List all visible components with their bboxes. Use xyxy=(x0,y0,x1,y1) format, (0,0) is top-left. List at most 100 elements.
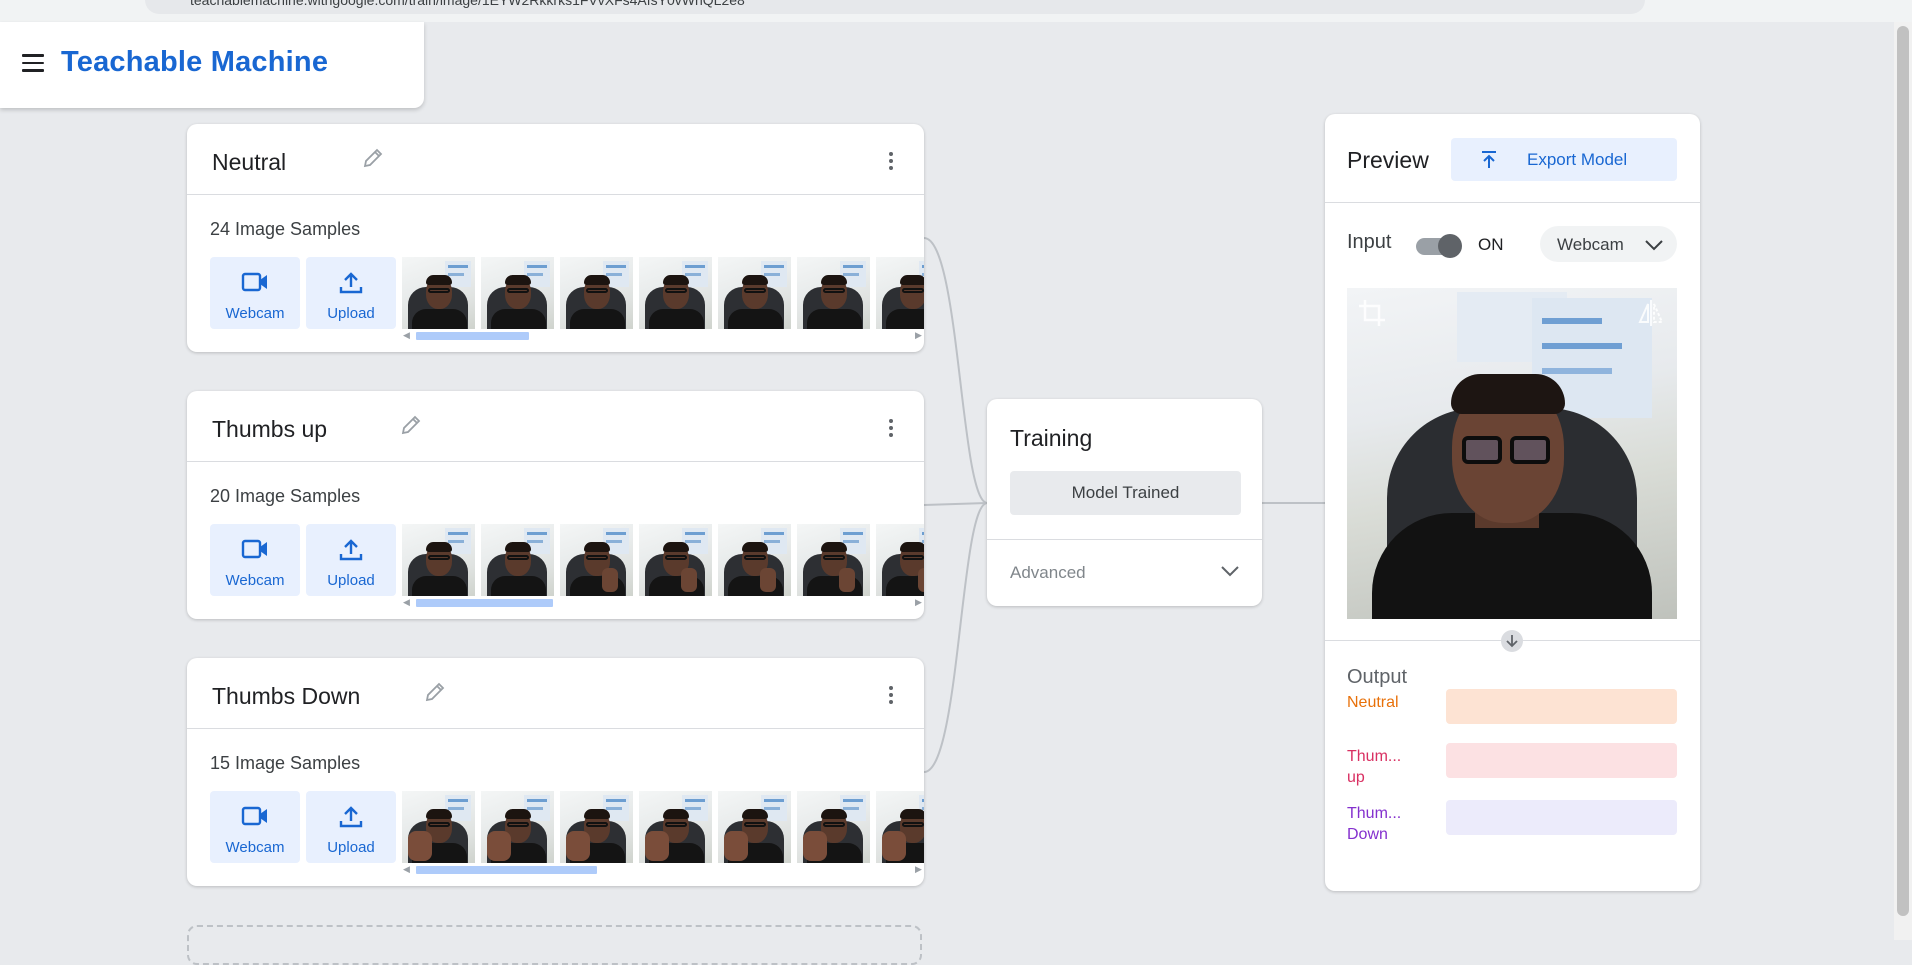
input-toggle-knob[interactable] xyxy=(1438,234,1462,258)
upload-icon xyxy=(339,272,363,294)
class-card: Thumbs Down 15 Image Samples Webcam Upload ◀… xyxy=(187,658,924,886)
input-source-select[interactable]: Webcam xyxy=(1540,226,1677,262)
output-title: Output xyxy=(1347,666,1408,688)
collapse-output-button[interactable] xyxy=(1501,630,1523,652)
class-name[interactable]: Neutral xyxy=(212,149,286,176)
scroll-right-icon[interactable]: ▶ xyxy=(915,330,922,341)
chevron-down-icon xyxy=(1645,240,1663,251)
sample-thumbnail[interactable] xyxy=(876,791,924,863)
chevron-down-icon[interactable] xyxy=(1220,564,1240,578)
sample-thumbnail[interactable] xyxy=(797,791,870,863)
advanced-toggle[interactable]: Advanced xyxy=(1010,563,1086,583)
sample-thumbnail[interactable] xyxy=(481,524,554,596)
output-confidence-bar xyxy=(1446,800,1677,835)
upload-button[interactable]: Upload xyxy=(306,524,396,596)
toggle-state-label: ON xyxy=(1478,235,1504,254)
export-model-label: Export Model xyxy=(1527,150,1628,169)
preview-panel: Preview Export Model Input ON Webcam Out… xyxy=(1325,114,1700,891)
upload-button-label: Upload xyxy=(327,839,375,856)
class-name[interactable]: Thumbs up xyxy=(212,416,327,443)
class-card-header: Thumbs up xyxy=(187,391,924,462)
output-class-label: Thum... up xyxy=(1347,748,1402,786)
training-card: Training Model Trained Advanced xyxy=(987,399,1262,606)
sample-thumbnail[interactable] xyxy=(876,524,924,596)
upload-icon xyxy=(339,539,363,561)
sample-thumbnail[interactable] xyxy=(481,791,554,863)
upload-arrow-icon xyxy=(1482,151,1496,168)
divider xyxy=(987,539,1262,540)
thumbnail-scrollbar[interactable] xyxy=(416,599,553,607)
class-card-header: Thumbs Down xyxy=(187,658,924,729)
edit-pencil-icon[interactable] xyxy=(361,146,385,170)
sample-thumbnail[interactable] xyxy=(797,257,870,329)
scroll-right-icon[interactable]: ▶ xyxy=(915,597,922,608)
add-class-card[interactable] xyxy=(187,925,922,965)
sample-thumbnail[interactable] xyxy=(797,524,870,596)
input-label: Input xyxy=(1347,231,1392,253)
more-options-icon[interactable] xyxy=(888,152,894,173)
crop-icon[interactable] xyxy=(1357,298,1387,328)
divider xyxy=(1325,202,1700,203)
sample-thumbnails[interactable] xyxy=(402,791,924,863)
flip-horizontal-icon[interactable] xyxy=(1637,298,1665,328)
export-model-button[interactable]: Export Model xyxy=(1451,138,1677,181)
webcam-button[interactable]: Webcam xyxy=(210,524,300,596)
webcam-preview xyxy=(1347,288,1677,619)
scroll-left-icon[interactable]: ◀ xyxy=(403,864,410,875)
thumbnail-scrollbar[interactable] xyxy=(416,866,597,874)
webcam-button-label: Webcam xyxy=(225,305,285,322)
hamburger-menu-icon[interactable] xyxy=(22,54,44,77)
sample-thumbnail[interactable] xyxy=(481,257,554,329)
scroll-left-icon[interactable]: ◀ xyxy=(403,330,410,341)
output-confidence-bar xyxy=(1446,743,1677,778)
output-confidence-bar xyxy=(1446,689,1677,724)
arrow-down-icon xyxy=(1506,635,1518,648)
sample-thumbnail[interactable] xyxy=(639,524,712,596)
class-card: Neutral 24 Image Samples Webcam Upload ◀ ▶ xyxy=(187,124,924,352)
sample-thumbnail[interactable] xyxy=(639,791,712,863)
sample-thumbnail[interactable] xyxy=(560,524,633,596)
sample-thumbnail[interactable] xyxy=(718,524,791,596)
sample-thumbnail[interactable] xyxy=(402,791,475,863)
upload-button[interactable]: Upload xyxy=(306,257,396,329)
page-scrollbar-thumb[interactable] xyxy=(1897,26,1909,916)
thumbnail-scrollbar[interactable] xyxy=(416,332,529,340)
output-class-label: Thum... Down xyxy=(1347,805,1402,843)
video-camera-icon xyxy=(241,539,267,559)
upload-icon xyxy=(339,806,363,828)
webcam-button[interactable]: Webcam xyxy=(210,257,300,329)
training-title: Training xyxy=(1010,425,1093,451)
sample-thumbnail[interactable] xyxy=(402,524,475,596)
sample-thumbnail[interactable] xyxy=(560,257,633,329)
app-header: Teachable Machine xyxy=(0,22,424,108)
scroll-left-icon[interactable]: ◀ xyxy=(403,597,410,608)
preview-title: Preview xyxy=(1347,147,1429,173)
sample-thumbnail[interactable] xyxy=(402,257,475,329)
sample-count: 20 Image Samples xyxy=(210,486,361,506)
input-source-value: Webcam xyxy=(1557,235,1624,254)
sample-thumbnail[interactable] xyxy=(639,257,712,329)
class-name[interactable]: Thumbs Down xyxy=(212,683,360,710)
webcam-button-label: Webcam xyxy=(225,572,285,589)
address-text[interactable]: teachablemachine.withgoogle.com/train/im… xyxy=(190,0,745,8)
edit-pencil-icon[interactable] xyxy=(423,680,447,704)
sample-thumbnail[interactable] xyxy=(560,791,633,863)
upload-button[interactable]: Upload xyxy=(306,791,396,863)
scroll-right-icon[interactable]: ▶ xyxy=(915,864,922,875)
video-camera-icon xyxy=(241,806,267,826)
sample-thumbnail[interactable] xyxy=(718,791,791,863)
webcam-button-label: Webcam xyxy=(225,839,285,856)
sample-thumbnails[interactable] xyxy=(402,257,924,329)
sample-thumbnails[interactable] xyxy=(402,524,924,596)
train-model-button[interactable]: Model Trained xyxy=(1010,471,1241,515)
sample-count: 24 Image Samples xyxy=(210,219,361,239)
app-title[interactable]: Teachable Machine xyxy=(61,46,328,79)
edit-pencil-icon[interactable] xyxy=(399,413,423,437)
sample-thumbnail[interactable] xyxy=(876,257,924,329)
webcam-button[interactable]: Webcam xyxy=(210,791,300,863)
sample-count: 15 Image Samples xyxy=(210,753,361,773)
class-card: Thumbs up 20 Image Samples Webcam Upload ◀ ▶ xyxy=(187,391,924,619)
more-options-icon[interactable] xyxy=(888,419,894,440)
more-options-icon[interactable] xyxy=(888,686,894,707)
sample-thumbnail[interactable] xyxy=(718,257,791,329)
